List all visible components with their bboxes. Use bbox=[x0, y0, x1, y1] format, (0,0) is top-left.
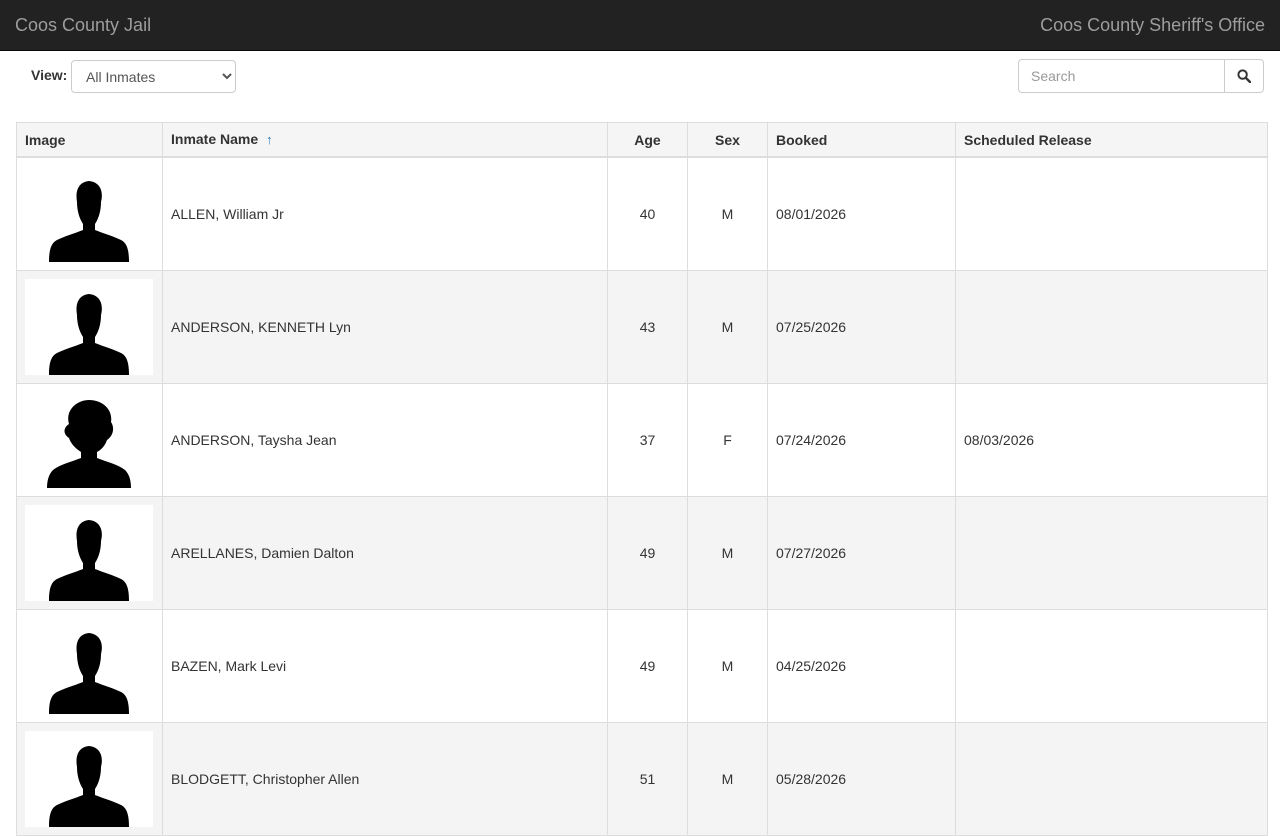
booked-date: 05/28/2026 bbox=[767, 722, 956, 836]
scheduled-release-date bbox=[955, 722, 1268, 836]
table-row[interactable]: BAZEN, Mark Levi 49 M 04/25/2026 bbox=[16, 609, 1268, 723]
booked-date: 07/24/2026 bbox=[767, 383, 956, 497]
inmate-photo[interactable] bbox=[25, 166, 153, 262]
inmate-photo[interactable] bbox=[25, 731, 153, 827]
inmate-sex: M bbox=[687, 609, 768, 723]
inmate-sex: M bbox=[687, 156, 768, 271]
booked-date: 07/27/2026 bbox=[767, 496, 956, 610]
photo-cell bbox=[16, 270, 163, 384]
search-icon bbox=[1237, 69, 1251, 83]
inmate-sex: F bbox=[687, 383, 768, 497]
header-sex[interactable]: Sex bbox=[687, 122, 768, 158]
view-label: View: bbox=[31, 67, 68, 83]
inmate-photo[interactable] bbox=[25, 505, 153, 601]
male-silhouette-icon bbox=[49, 624, 129, 714]
male-silhouette-icon bbox=[49, 737, 129, 827]
inmate-photo[interactable] bbox=[25, 392, 153, 488]
inmate-sex: M bbox=[687, 496, 768, 610]
scheduled-release-date bbox=[955, 156, 1268, 271]
photo-cell bbox=[16, 383, 163, 497]
header-booked[interactable]: Booked bbox=[767, 122, 956, 158]
table-header-row: Image Inmate Name ↑ Age Sex Booked Schedu… bbox=[16, 122, 1268, 158]
inmate-photo[interactable] bbox=[25, 618, 153, 714]
table-row[interactable]: ARELLANES, Damien Dalton 49 M 07/27/2026 bbox=[16, 496, 1268, 610]
header-inmate-name-label: Inmate Name bbox=[171, 131, 259, 147]
scheduled-release-date bbox=[955, 609, 1268, 723]
inmate-age: 51 bbox=[607, 722, 688, 836]
inmate-name[interactable]: BAZEN, Mark Levi bbox=[162, 609, 608, 723]
male-silhouette-icon bbox=[49, 172, 129, 262]
inmate-name[interactable]: BLODGETT, Christopher Allen bbox=[162, 722, 608, 836]
header-age[interactable]: Age bbox=[607, 122, 688, 158]
navbar-brand[interactable]: Coos County Jail bbox=[15, 15, 151, 35]
inmate-sex: M bbox=[687, 722, 768, 836]
inmate-name[interactable]: ARELLANES, Damien Dalton bbox=[162, 496, 608, 610]
inmate-name[interactable]: ALLEN, William Jr bbox=[162, 156, 608, 271]
inmate-age: 49 bbox=[607, 496, 688, 610]
inmate-name[interactable]: ANDERSON, Taysha Jean bbox=[162, 383, 608, 497]
search-button[interactable] bbox=[1224, 59, 1264, 93]
header-scheduled-release[interactable]: Scheduled Release bbox=[955, 122, 1268, 158]
inmate-age: 40 bbox=[607, 156, 688, 271]
male-silhouette-icon bbox=[49, 511, 129, 601]
navbar: Coos County Jail Coos County Sheriff's O… bbox=[0, 0, 1280, 51]
female-silhouette-icon bbox=[47, 396, 131, 488]
table-row[interactable]: ANDERSON, KENNETH Lyn 43 M 07/25/2026 bbox=[16, 270, 1268, 384]
search-group bbox=[1018, 59, 1264, 93]
table-row[interactable]: ALLEN, William Jr 40 M 08/01/2026 bbox=[16, 156, 1268, 271]
photo-cell bbox=[16, 496, 163, 610]
header-image: Image bbox=[16, 122, 163, 158]
table-row[interactable]: BLODGETT, Christopher Allen 51 M 05/28/2026 bbox=[16, 722, 1268, 836]
scheduled-release-date bbox=[955, 270, 1268, 384]
photo-cell bbox=[16, 609, 163, 723]
photo-cell bbox=[16, 156, 163, 271]
table-row[interactable]: ANDERSON, Taysha Jean 37 F 07/24/2026 08/03/… bbox=[16, 383, 1268, 497]
photo-cell bbox=[16, 722, 163, 836]
booked-date: 07/25/2026 bbox=[767, 270, 956, 384]
inmate-sex: M bbox=[687, 270, 768, 384]
header-inmate-name[interactable]: Inmate Name ↑ bbox=[162, 122, 608, 158]
scheduled-release-date: 08/03/2026 bbox=[955, 383, 1268, 497]
inmate-table: Image Inmate Name ↑ Age Sex Booked Schedu… bbox=[16, 122, 1268, 836]
inmate-photo[interactable] bbox=[25, 279, 153, 375]
booked-date: 08/01/2026 bbox=[767, 156, 956, 271]
male-silhouette-icon bbox=[49, 285, 129, 375]
inmate-age: 37 bbox=[607, 383, 688, 497]
inmate-age: 43 bbox=[607, 270, 688, 384]
view-select[interactable]: All Inmates bbox=[71, 60, 236, 93]
booked-date: 04/25/2026 bbox=[767, 609, 956, 723]
inmate-name[interactable]: ANDERSON, KENNETH Lyn bbox=[162, 270, 608, 384]
inmate-age: 49 bbox=[607, 609, 688, 723]
scheduled-release-date bbox=[955, 496, 1268, 610]
search-input[interactable] bbox=[1018, 59, 1225, 93]
agency-link[interactable]: Coos County Sheriff's Office bbox=[1040, 15, 1265, 35]
sort-ascending-icon: ↑ bbox=[266, 132, 273, 147]
